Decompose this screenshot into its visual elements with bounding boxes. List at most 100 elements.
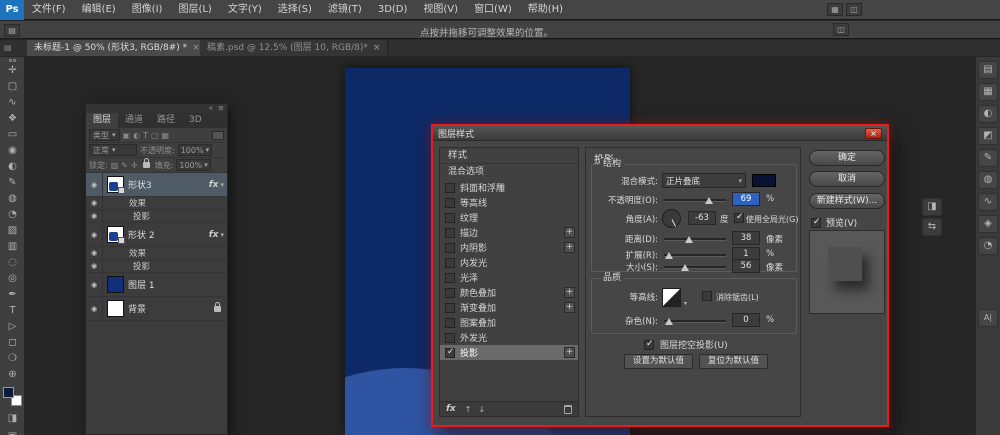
style-checkbox[interactable] <box>445 303 455 313</box>
add-instance-icon[interactable]: + <box>564 287 575 298</box>
fx-badge-icon[interactable]: fx <box>446 404 456 414</box>
layer-opacity-value[interactable]: 100% ▾ <box>178 144 212 156</box>
style-item-stroke[interactable]: 描边 + <box>440 225 578 240</box>
style-checkbox[interactable] <box>445 183 455 193</box>
shape-tool[interactable]: ◻ <box>0 335 25 351</box>
effects-row-shape2[interactable]: ◉ 效果 <box>86 247 227 260</box>
filter-type-dropdown[interactable]: 类型 ▾ <box>89 129 120 141</box>
adjustments-panel-icon[interactable]: ◐ <box>978 105 998 123</box>
style-checkbox[interactable] <box>445 348 455 358</box>
noise-slider[interactable] <box>664 315 726 327</box>
pen-tool[interactable]: ✒ <box>0 287 25 303</box>
styles-panel-icon[interactable]: ◩ <box>978 127 998 145</box>
chevron-down-icon[interactable]: ▾ <box>684 300 687 307</box>
layer-thumbnail[interactable] <box>107 276 124 293</box>
gradient-tool[interactable]: ▥ <box>0 239 25 255</box>
knockout-checkbox[interactable] <box>644 340 654 350</box>
swatches-panel-icon[interactable]: ▦ <box>978 83 998 101</box>
blur-tool[interactable]: ◌ <box>0 255 25 271</box>
foreground-color-swatch[interactable] <box>3 387 14 398</box>
global-light-checkbox[interactable] <box>734 213 744 223</box>
menu-layer[interactable]: 图层(L) <box>170 0 219 20</box>
histogram-panel-icon[interactable]: ∿ <box>978 193 998 211</box>
menu-filter[interactable]: 滤镜(T) <box>320 0 370 20</box>
eyedropper-tool[interactable]: ◉ <box>0 143 25 159</box>
tab-close-icon[interactable]: × <box>373 40 381 56</box>
menu-3d[interactable]: 3D(D) <box>370 0 416 20</box>
reset-default-button[interactable]: 复位为默认值 <box>699 354 768 369</box>
add-instance-icon[interactable]: + <box>564 242 575 253</box>
visibility-toggle[interactable]: ◉ <box>86 273 103 296</box>
tab-untitled-1[interactable]: 未标题-1 @ 50% (形状3, RGB/8#) * × <box>27 40 208 56</box>
chevron-down-icon[interactable]: ▾ <box>220 181 224 189</box>
collapsed-panel-icon-a[interactable]: ◨ <box>922 198 942 216</box>
move-up-icon[interactable]: ↑ <box>465 405 472 414</box>
layer-thumbnail[interactable] <box>107 226 124 243</box>
visibility-toggle[interactable]: ◉ <box>86 197 103 209</box>
tab-3d[interactable]: 3D <box>182 113 209 128</box>
layer-thumbnail[interactable] <box>107 176 124 193</box>
slider-thumb[interactable] <box>681 264 689 271</box>
shadow-color-swatch[interactable] <box>752 174 776 187</box>
drop-shadow-row-shape3[interactable]: ◉ 投影 <box>86 210 227 223</box>
doc-list-icon[interactable]: ▤ <box>4 43 12 52</box>
color-swatches[interactable] <box>3 387 22 406</box>
blend-mode-select[interactable]: 正片叠底 ▾ <box>662 173 746 188</box>
style-checkbox[interactable] <box>445 243 455 253</box>
lock-transparent-icon[interactable]: ▨ <box>111 161 119 170</box>
drop-shadow-label[interactable]: 投影 <box>133 210 150 222</box>
style-item-gradient-overlay[interactable]: 渐变叠加 + <box>440 300 578 315</box>
menu-window[interactable]: 窗口(W) <box>466 0 520 20</box>
eraser-tool[interactable]: ▨ <box>0 223 25 239</box>
distance-slider[interactable] <box>664 233 726 245</box>
style-item-satin[interactable]: 光泽 <box>440 270 578 285</box>
style-item-bevel-emboss[interactable]: 斜面和浮雕 <box>440 180 578 195</box>
lasso-tool[interactable]: ∿ <box>0 95 25 111</box>
style-checkbox[interactable] <box>445 288 455 298</box>
brush-panel-icon[interactable]: ✎ <box>978 149 998 167</box>
marquee-tool[interactable]: ▢ <box>0 79 25 95</box>
pixel-filter-icon[interactable]: ▣ <box>123 131 131 140</box>
adjustment-filter-icon[interactable]: ◐ <box>133 131 140 140</box>
panel-toggle-icon[interactable]: ◫ <box>833 23 849 36</box>
add-instance-icon[interactable]: + <box>564 227 575 238</box>
color-panel-icon[interactable]: ▤ <box>978 61 998 79</box>
drop-shadow-label[interactable]: 投影 <box>133 260 150 272</box>
type-filter-icon[interactable]: T <box>143 131 148 140</box>
set-default-button[interactable]: 设置为默认值 <box>624 354 693 369</box>
healing-brush-tool[interactable]: ◐ <box>0 159 25 175</box>
path-selection-tool[interactable]: ▷ <box>0 319 25 335</box>
screen-mode-button[interactable]: ▣ <box>0 429 25 435</box>
menu-type[interactable]: 文字(Y) <box>220 0 270 20</box>
visibility-toggle[interactable]: ◉ <box>86 173 103 196</box>
layer-row-shape2[interactable]: ◉ 形状 2 fx ▾ <box>86 223 227 247</box>
tab-psd-document[interactable]: 稿素.psd @ 12.5% (图层 10, RGB/8)* × <box>200 40 388 56</box>
style-checkbox[interactable] <box>445 198 455 208</box>
tab-layers[interactable]: 图层 <box>86 113 118 128</box>
visibility-toggle[interactable]: ◉ <box>86 247 103 259</box>
layer-name[interactable]: 背景 <box>128 302 210 315</box>
new-style-button[interactable]: 新建样式(W)... <box>809 193 885 209</box>
cancel-button[interactable]: 取消 <box>809 171 885 187</box>
smart-object-filter-icon[interactable]: ▦ <box>162 131 170 140</box>
layer-row-shape3[interactable]: ◉ 形状3 fx ▾ <box>86 173 227 197</box>
dodge-tool[interactable]: ◎ <box>0 271 25 287</box>
quick-mask-button[interactable]: ◨ <box>0 411 25 427</box>
effects-label[interactable]: 效果 <box>129 197 146 209</box>
style-checkbox[interactable] <box>445 318 455 328</box>
info-panel-icon[interactable]: ◈ <box>978 215 998 233</box>
brush-tool[interactable]: ✎ <box>0 175 25 191</box>
hand-tool[interactable]: ❍ <box>0 351 25 367</box>
style-item-inner-glow[interactable]: 内发光 <box>440 255 578 270</box>
tab-channels[interactable]: 通道 <box>118 113 150 128</box>
dialog-close-button[interactable]: × <box>865 128 882 139</box>
menu-edit[interactable]: 编辑(E) <box>74 0 124 20</box>
layer-blend-mode-dropdown[interactable]: 正常 ▾ <box>89 144 137 156</box>
layer-row-layer1[interactable]: ◉ 图层 1 <box>86 273 227 297</box>
angle-input[interactable]: -63 <box>688 211 716 225</box>
lock-position-icon[interactable]: ✛ <box>131 161 138 170</box>
menu-view[interactable]: 视图(V) <box>415 0 466 20</box>
opacity-input[interactable]: 69 <box>732 192 760 206</box>
visibility-toggle[interactable]: ◉ <box>86 223 103 246</box>
effects-row-shape3[interactable]: ◉ 效果 <box>86 197 227 210</box>
